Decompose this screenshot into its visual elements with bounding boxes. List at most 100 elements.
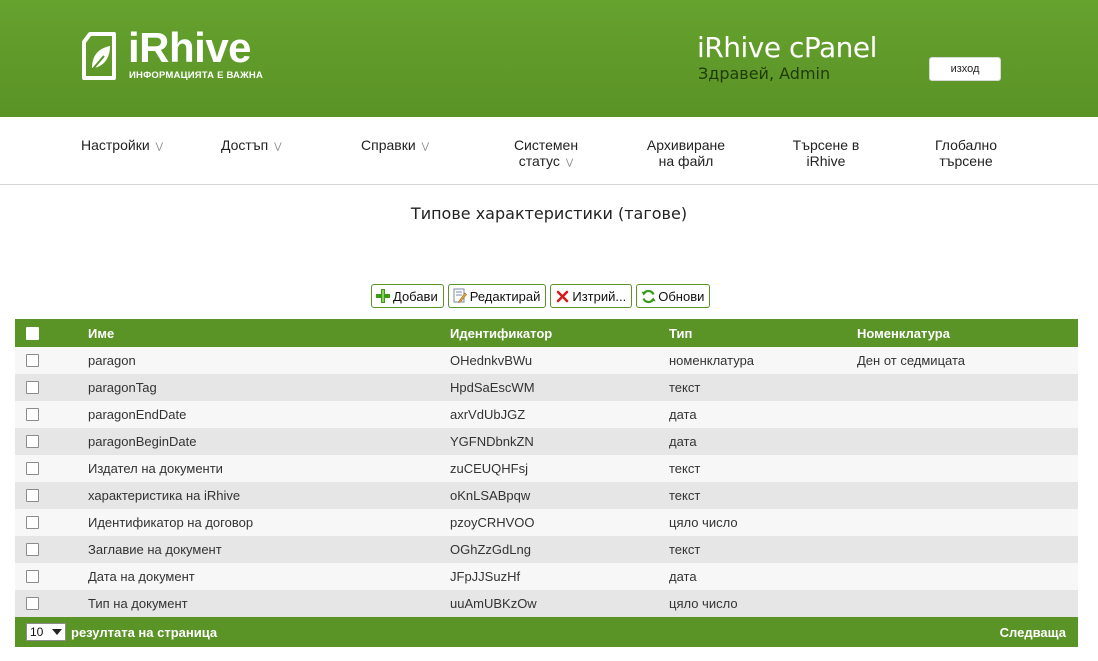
nav-item-archive-file[interactable]: Архивиране на файл	[636, 137, 736, 169]
cell-identifier: uuAmUBKzOw	[450, 596, 537, 611]
row-select-cell	[26, 509, 39, 536]
add-button-label: Добави	[393, 288, 438, 304]
cell-type: дата	[669, 569, 697, 584]
row-select-cell	[26, 590, 39, 617]
row-checkbox[interactable]	[26, 408, 39, 421]
column-header-type[interactable]: Тип	[669, 319, 692, 347]
logo-text: iRhive	[128, 24, 252, 71]
table-row[interactable]: paragon OHednkvBWu номенклатура Ден от с…	[15, 347, 1078, 374]
cell-name: paragonEndDate	[88, 407, 187, 422]
row-checkbox[interactable]	[26, 570, 39, 583]
row-checkbox[interactable]	[26, 543, 39, 556]
nav-item-access[interactable]: Достъп ⋁	[221, 137, 282, 154]
cell-nomenclature: Ден от седмицата	[857, 353, 965, 368]
select-all-cell	[26, 319, 39, 347]
nav-item-label-line2: търсене	[939, 153, 993, 169]
cell-identifier: oKnLSABpqw	[450, 488, 531, 503]
cell-type: цяло число	[669, 515, 738, 530]
nav-item-label: Системен	[513, 137, 579, 153]
app-header: iRhive ИНФОРМАЦИЯТА Е ВАЖНА iRhive cPane…	[0, 0, 1098, 117]
chevron-down-icon: ⋁	[421, 141, 430, 151]
main-nav: Настройки ⋁ Достъп ⋁ Справки ⋁ Системен ста…	[0, 117, 1098, 185]
row-select-cell	[26, 347, 39, 374]
table-row[interactable]: Издател на документи zuCEUQHFsj текст	[15, 455, 1078, 482]
edit-button-label: Редактирай	[469, 288, 541, 304]
cell-type: дата	[669, 434, 697, 449]
refresh-icon	[640, 288, 656, 304]
table-row[interactable]: Идентификатор на договор pzoyCRHVOO цяло…	[15, 509, 1078, 536]
cell-identifier: zuCEUQHFsj	[450, 461, 529, 476]
column-header-identifier[interactable]: Идентификатор	[450, 319, 552, 347]
leaf-document-icon	[82, 32, 116, 80]
edit-button[interactable]: Редактирай	[447, 284, 547, 308]
cell-identifier: JFpJJSuzHf	[450, 569, 521, 584]
row-checkbox[interactable]	[26, 597, 39, 610]
chevron-down-icon: ⋁	[274, 141, 282, 151]
next-page-link[interactable]: Следваща	[1000, 625, 1066, 640]
logout-button[interactable]: изход	[929, 57, 1001, 81]
row-checkbox[interactable]	[26, 435, 39, 448]
irhive-logo[interactable]: iRhive ИНФОРМАЦИЯТА Е ВАЖНА	[82, 24, 264, 86]
table-row[interactable]: paragonBeginDate YGFNDbnkZN дата	[15, 428, 1078, 455]
row-checkbox[interactable]	[26, 462, 39, 475]
cell-identifier: OHednkvBWu	[450, 353, 533, 368]
delete-button[interactable]: Изтрий...	[550, 284, 633, 308]
cell-name: Идентификатор на договор	[88, 515, 254, 530]
row-select-cell	[26, 482, 39, 509]
cell-name: Тип на документ	[88, 596, 188, 611]
select-all-checkbox[interactable]	[26, 326, 39, 340]
tag-types-table: Име Идентификатор Тип Номенклатура parag…	[15, 319, 1078, 647]
add-button[interactable]: Добави	[371, 284, 444, 308]
user-greeting: Здравей, Admin	[698, 64, 831, 83]
table-row[interactable]: Тип на документ uuAmUBKzOw цяло число	[15, 590, 1078, 617]
row-checkbox[interactable]	[26, 381, 39, 394]
row-checkbox[interactable]	[26, 354, 39, 367]
cell-identifier: pzoyCRHVOO	[450, 515, 535, 530]
row-select-cell	[26, 428, 39, 455]
chevron-down-icon: ⋁	[565, 157, 574, 167]
nav-item-reports[interactable]: Справки ⋁	[361, 137, 429, 154]
cell-identifier: axrVdUbJGZ	[450, 407, 526, 422]
page-title: Типове характеристики (тагове)	[410, 204, 688, 223]
cell-name: paragon	[88, 353, 136, 368]
table-row[interactable]: характеристика на iRhive oKnLSABpqw текс…	[15, 482, 1078, 509]
table-row[interactable]: Заглавие на документ OGhZzGdLng текст	[15, 536, 1078, 563]
grid-toolbar: Добави Редактирай Изтрий... Обнови	[371, 284, 711, 308]
cell-name: paragonTag	[88, 380, 157, 395]
table-pager: 10 резултата на страница Следваща	[15, 617, 1078, 647]
refresh-button-label: Обнови	[658, 288, 705, 304]
column-header-nomenclature[interactable]: Номенклатура	[857, 319, 950, 347]
table-header: Име Идентификатор Тип Номенклатура	[15, 319, 1078, 347]
cell-type: текст	[669, 488, 701, 503]
table-row[interactable]: paragonTag HpdSaEscWM текст	[15, 374, 1078, 401]
nav-item-label: Настройки	[81, 137, 150, 153]
row-select-cell	[26, 401, 39, 428]
column-header-name[interactable]: Име	[88, 319, 114, 347]
cell-type: текст	[669, 461, 701, 476]
nav-item-label: Глобално	[934, 137, 998, 153]
nav-item-label: Достъп	[221, 137, 269, 153]
delete-x-icon	[554, 288, 570, 304]
row-checkbox[interactable]	[26, 516, 39, 529]
row-select-cell	[26, 536, 39, 563]
nav-item-system-status[interactable]: Системен статус ⋁	[496, 137, 596, 170]
cell-name: paragonBeginDate	[88, 434, 197, 449]
refresh-button[interactable]: Обнови	[636, 284, 711, 308]
chevron-down-icon	[52, 629, 62, 635]
page-size-select[interactable]: 10	[26, 623, 66, 641]
nav-item-settings[interactable]: Настройки ⋁	[81, 137, 163, 154]
cell-name: Издател на документи	[88, 461, 223, 476]
nav-item-global-search[interactable]: Глобално търсене	[916, 137, 1016, 169]
logo-tagline: ИНФОРМАЦИЯТА Е ВАЖНА	[129, 70, 264, 81]
row-select-cell	[26, 455, 39, 482]
nav-item-label: Търсене в	[792, 137, 860, 153]
nav-item-label: Справки	[361, 137, 416, 153]
nav-item-search-irhive[interactable]: Търсене в iRhive	[776, 137, 876, 169]
table-row[interactable]: paragonEndDate axrVdUbJGZ дата	[15, 401, 1078, 428]
cell-identifier: YGFNDbnkZN	[450, 434, 534, 449]
table-row[interactable]: Дата на документ JFpJJSuzHf дата	[15, 563, 1078, 590]
cell-type: текст	[669, 380, 701, 395]
nav-item-label-line2: iRhive	[806, 153, 846, 169]
nav-item-label-line2: на файл	[658, 153, 714, 169]
row-checkbox[interactable]	[26, 489, 39, 502]
